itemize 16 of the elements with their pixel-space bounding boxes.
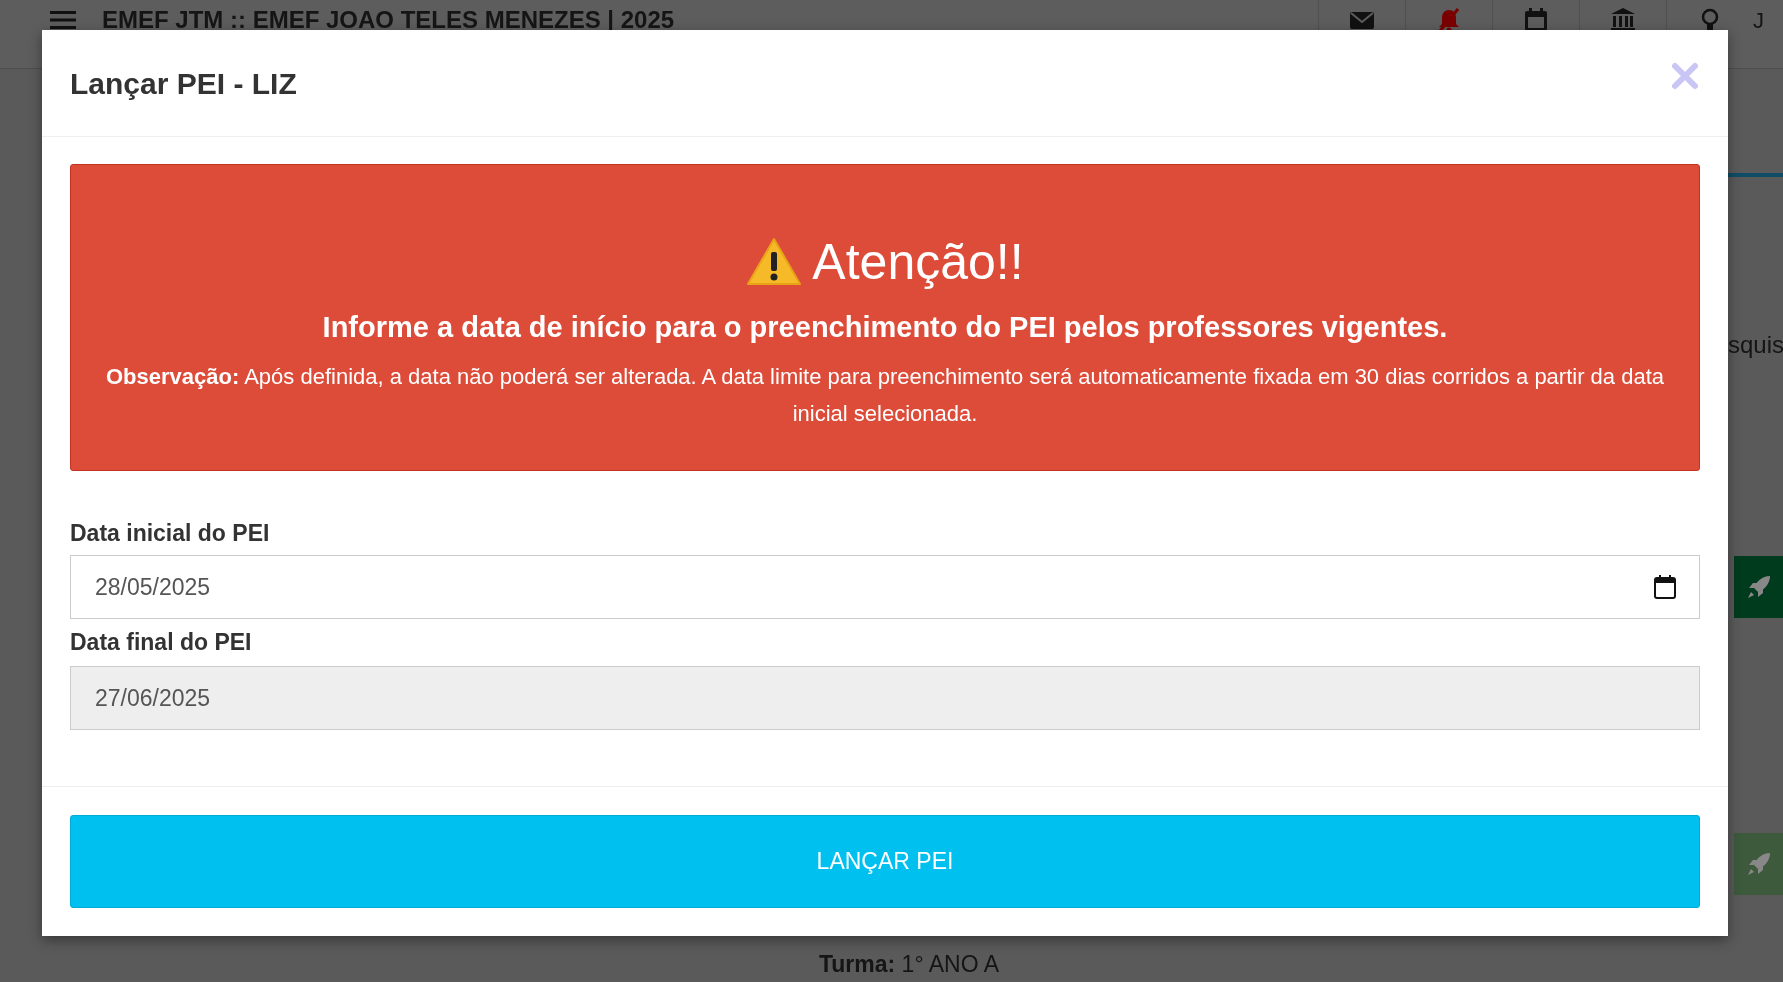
field-label: Data final do PEI [70,628,253,657]
rocket-icon [1745,574,1772,600]
menu-icon[interactable] [50,10,76,30]
field-label: Data inicial do PEI [70,518,271,548]
warning-icon [746,237,803,287]
calendar-icon[interactable] [1523,7,1549,33]
alert-message: Informe a data de início para o preenchimento do PEI pelos professores vigentes. [322,311,1448,344]
launch-button[interactable] [1734,556,1783,618]
rocket-icon [1745,851,1772,877]
class-info: Turma: 1° ANO A [817,951,1000,978]
modal-title: Lançar PEI - LIZ [70,67,297,101]
alert-note: Observação: Após definida, a data não poderá ser alterada. A data limite para preenchimento será automaticamente fixada em 30 dias corridos a partir da data inicial selecionada. [105,363,1665,428]
calendar-icon[interactable] [1654,575,1676,599]
alert-heading: Atenção!! [812,233,1024,291]
date-field[interactable]: 28/05/2025 [70,555,1700,619]
search-label: squis [1728,331,1783,359]
